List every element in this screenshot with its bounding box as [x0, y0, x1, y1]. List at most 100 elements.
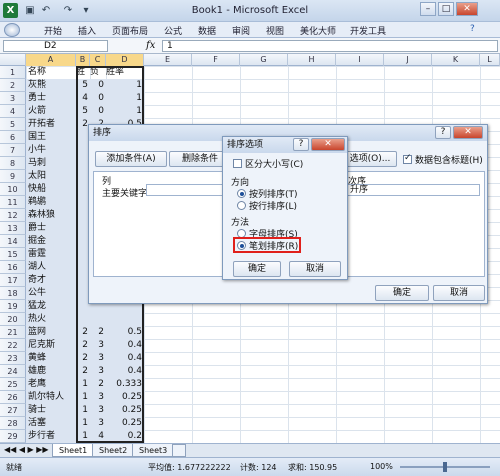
tab-page-layout[interactable]: 页面布局 — [112, 24, 148, 37]
cell-a[interactable]: 雄鹿 — [28, 365, 76, 378]
cell-a[interactable]: 勇士 — [28, 92, 76, 105]
options-ok-button[interactable]: 确定 — [233, 261, 281, 277]
tab-home[interactable]: 开始 — [44, 24, 62, 37]
column-header[interactable]: J — [384, 54, 432, 66]
cell-a[interactable]: 活塞 — [28, 417, 76, 430]
tab-review[interactable]: 审阅 — [232, 24, 250, 37]
row-header[interactable]: 9 — [0, 170, 26, 183]
help-icon[interactable]: ? — [470, 24, 475, 34]
row-header[interactable]: 5 — [0, 118, 26, 131]
by-column-radio[interactable] — [237, 189, 246, 198]
row-header[interactable]: 25 — [0, 378, 26, 391]
cell-a[interactable]: 老鹰 — [28, 378, 76, 391]
row-header[interactable]: 16 — [0, 261, 26, 274]
row-header[interactable]: 22 — [0, 339, 26, 352]
cell-a[interactable]: 黄蜂 — [28, 352, 76, 365]
cell-a[interactable]: 公牛 — [28, 287, 76, 300]
tab-insert[interactable]: 插入 — [78, 24, 96, 37]
cell-a[interactable]: 国王 — [28, 131, 76, 144]
office-button[interactable] — [4, 23, 20, 37]
column-header[interactable]: I — [336, 54, 384, 66]
sort-close-button[interactable]: ✕ — [453, 126, 483, 139]
cell-a[interactable]: 掘金 — [28, 235, 76, 248]
row-header[interactable]: 8 — [0, 157, 26, 170]
sort-ok-button[interactable]: 确定 — [375, 285, 429, 301]
case-sensitive-checkbox[interactable] — [233, 159, 242, 168]
cell-a[interactable]: 猛龙 — [28, 300, 76, 313]
row-header[interactable]: 28 — [0, 417, 26, 430]
row-header[interactable]: 6 — [0, 131, 26, 144]
cell-a[interactable]: 太阳 — [28, 170, 76, 183]
name-box[interactable]: D2 — [3, 40, 108, 52]
has-headers-checkbox[interactable] — [403, 153, 412, 164]
column-header[interactable]: B — [76, 54, 90, 66]
sheet-tab-2[interactable]: Sheet2 — [92, 444, 135, 457]
tab-formulas[interactable]: 公式 — [164, 24, 182, 37]
cell-a[interactable]: 火箭 — [28, 105, 76, 118]
by-row-radio[interactable] — [237, 201, 246, 210]
row-header[interactable]: 18 — [0, 287, 26, 300]
cell-a[interactable]: 湖人 — [28, 261, 76, 274]
row-header[interactable]: 10 — [0, 183, 26, 196]
zoom-thumb[interactable] — [443, 462, 447, 472]
maximize-button[interactable]: □ — [438, 2, 454, 16]
column-header[interactable]: E — [144, 54, 192, 66]
options-close-button[interactable]: ✕ — [311, 138, 345, 151]
row-header[interactable]: 19 — [0, 300, 26, 313]
column-header[interactable]: F — [192, 54, 240, 66]
cell-a[interactable]: 快船 — [28, 183, 76, 196]
tab-beautify[interactable]: 美化大师 — [300, 24, 336, 37]
sort-options-button[interactable]: 选项(O)... — [343, 151, 397, 167]
sort-order-select[interactable]: 升序 — [346, 184, 480, 196]
row-header[interactable]: 13 — [0, 222, 26, 235]
row-header[interactable]: 21 — [0, 326, 26, 339]
column-header[interactable]: L — [480, 54, 500, 66]
column-header[interactable]: H — [288, 54, 336, 66]
cell-a[interactable]: 名称 — [28, 66, 76, 79]
cell-a[interactable]: 开拓者 — [28, 118, 76, 131]
insert-sheet-icon[interactable] — [172, 444, 186, 457]
row-header[interactable]: 17 — [0, 274, 26, 287]
column-header[interactable]: C — [90, 54, 106, 66]
formula-input[interactable]: 1 — [162, 40, 498, 52]
row-header[interactable]: 12 — [0, 209, 26, 222]
column-header[interactable]: A — [26, 54, 76, 66]
row-header[interactable]: 27 — [0, 404, 26, 417]
cell-a[interactable]: 马刺 — [28, 157, 76, 170]
cell-a[interactable]: 骑士 — [28, 404, 76, 417]
cell-a[interactable]: 步行者 — [28, 430, 76, 443]
sheet-tab-1[interactable]: Sheet1 — [52, 444, 95, 457]
sort-column-select[interactable] — [146, 184, 232, 196]
tab-developer[interactable]: 开发工具 — [350, 24, 386, 37]
sheet-nav-icon[interactable]: ◀◀ ◀ ▶ ▶▶ — [4, 445, 49, 454]
row-header[interactable]: 4 — [0, 105, 26, 118]
cell-a[interactable]: 雷霆 — [28, 248, 76, 261]
cell-a[interactable]: 热火 — [28, 313, 76, 326]
tab-view[interactable]: 视图 — [266, 24, 284, 37]
cell-a[interactable]: 小牛 — [28, 144, 76, 157]
row-header[interactable]: 3 — [0, 92, 26, 105]
column-header[interactable]: K — [432, 54, 480, 66]
cell-a[interactable]: 奇才 — [28, 274, 76, 287]
by-stroke-radio[interactable] — [237, 241, 246, 250]
options-cancel-button[interactable]: 取消 — [289, 261, 341, 277]
cell-a[interactable]: 爵士 — [28, 222, 76, 235]
row-header[interactable]: 1 — [0, 66, 26, 79]
cell-a[interactable]: 尼克斯 — [28, 339, 76, 352]
select-all-corner[interactable] — [0, 54, 26, 66]
row-header[interactable]: 15 — [0, 248, 26, 261]
cell-a[interactable]: 篮网 — [28, 326, 76, 339]
row-header[interactable]: 23 — [0, 352, 26, 365]
minimize-button[interactable]: – — [420, 2, 436, 16]
cell-a[interactable]: 鹈鹕 — [28, 196, 76, 209]
column-header[interactable]: G — [240, 54, 288, 66]
row-header[interactable]: 14 — [0, 235, 26, 248]
column-header[interactable]: D — [106, 54, 144, 66]
row-header[interactable]: 2 — [0, 79, 26, 92]
cell-a[interactable]: 灰熊 — [28, 79, 76, 92]
row-header[interactable]: 24 — [0, 365, 26, 378]
add-level-button[interactable]: 添加条件(A) — [95, 151, 167, 167]
close-button[interactable]: ✕ — [456, 2, 478, 16]
row-header[interactable]: 29 — [0, 430, 26, 443]
options-help-button[interactable]: ? — [293, 138, 309, 151]
